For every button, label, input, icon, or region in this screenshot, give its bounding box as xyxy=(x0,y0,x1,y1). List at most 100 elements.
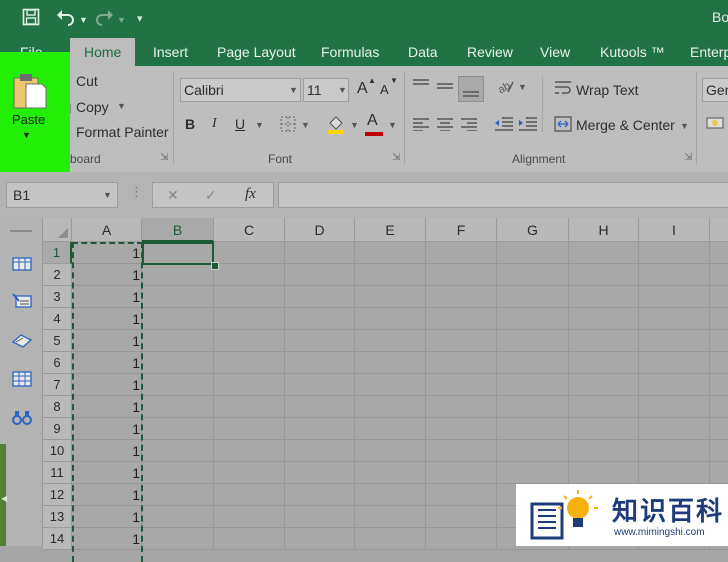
decrease-font-size-button[interactable]: A xyxy=(380,82,389,97)
font-launcher-icon[interactable]: ⇲ xyxy=(392,152,400,163)
cell[interactable] xyxy=(710,242,728,264)
cell[interactable] xyxy=(569,462,639,484)
cell[interactable] xyxy=(639,330,710,352)
orientation-dropdown-icon[interactable]: ▼ xyxy=(518,82,527,92)
column-header-f[interactable]: F xyxy=(426,218,497,242)
bold-button[interactable]: B xyxy=(185,116,195,132)
cell[interactable] xyxy=(285,484,355,506)
cell[interactable] xyxy=(426,286,497,308)
cell[interactable] xyxy=(214,308,285,330)
column-header-c[interactable]: C xyxy=(214,218,285,242)
merge-center-icon[interactable] xyxy=(554,116,572,135)
tab-view[interactable]: View xyxy=(540,44,570,60)
cell[interactable] xyxy=(285,286,355,308)
middle-align-icon[interactable] xyxy=(436,80,454,97)
fill-handle[interactable] xyxy=(211,262,219,270)
cell[interactable] xyxy=(426,440,497,462)
cell[interactable] xyxy=(214,242,285,264)
font-size-select[interactable]: 11 ▼ xyxy=(303,78,349,102)
cell[interactable] xyxy=(355,440,426,462)
enter-icon[interactable]: ✓ xyxy=(205,187,217,204)
cell[interactable] xyxy=(569,330,639,352)
cell[interactable] xyxy=(639,308,710,330)
tab-data[interactable]: Data xyxy=(408,44,438,60)
cell[interactable] xyxy=(355,286,426,308)
column-header-e[interactable]: E xyxy=(355,218,426,242)
cell[interactable] xyxy=(569,440,639,462)
cell[interactable] xyxy=(285,462,355,484)
accounting-format-icon[interactable] xyxy=(706,114,726,135)
cell[interactable] xyxy=(639,374,710,396)
cell[interactable] xyxy=(355,330,426,352)
cut-button[interactable]: Cut xyxy=(76,73,98,89)
cell[interactable] xyxy=(214,286,285,308)
cell[interactable] xyxy=(497,286,569,308)
tab-review[interactable]: Review xyxy=(467,44,513,60)
cell[interactable] xyxy=(142,462,214,484)
row-header-7[interactable]: 7 xyxy=(43,374,72,396)
bottom-align-button[interactable] xyxy=(458,76,484,102)
cell[interactable] xyxy=(710,418,728,440)
cell[interactable] xyxy=(497,462,569,484)
align-center-icon[interactable] xyxy=(436,117,454,134)
font-color-dropdown-icon[interactable]: ▼ xyxy=(388,120,397,130)
name-box[interactable]: B1 ▼ xyxy=(6,182,118,208)
cell[interactable] xyxy=(214,330,285,352)
row-header-11[interactable]: 11 xyxy=(43,462,72,484)
cell[interactable] xyxy=(426,242,497,264)
cell[interactable] xyxy=(497,330,569,352)
customize-toolbar-icon[interactable]: ▾ xyxy=(137,9,143,29)
autotext-icon[interactable] xyxy=(12,293,32,309)
cell[interactable] xyxy=(639,440,710,462)
row-header-12[interactable]: 12 xyxy=(43,484,72,506)
undo-dropdown-icon[interactable]: ▼ xyxy=(79,10,88,30)
cell[interactable] xyxy=(426,396,497,418)
cell[interactable] xyxy=(285,396,355,418)
cell[interactable] xyxy=(142,352,214,374)
underline-dropdown-icon[interactable]: ▼ xyxy=(255,120,264,130)
cell[interactable] xyxy=(214,528,285,550)
row-header-9[interactable]: 9 xyxy=(43,418,72,440)
cell[interactable] xyxy=(639,418,710,440)
tab-formulas[interactable]: Formulas xyxy=(321,44,379,60)
cell[interactable] xyxy=(355,462,426,484)
cell[interactable] xyxy=(214,506,285,528)
cell[interactable] xyxy=(497,264,569,286)
cell[interactable] xyxy=(142,286,214,308)
tab-home[interactable]: Home xyxy=(70,38,136,66)
cell[interactable] xyxy=(426,330,497,352)
format-painter-button[interactable]: Format Painter xyxy=(76,124,169,140)
increase-font-size-button[interactable]: A xyxy=(357,80,368,98)
cell[interactable] xyxy=(710,440,728,462)
cell[interactable] xyxy=(285,528,355,550)
cell[interactable] xyxy=(142,396,214,418)
row-header-4[interactable]: 4 xyxy=(43,308,72,330)
cell[interactable] xyxy=(214,462,285,484)
cell[interactable] xyxy=(569,396,639,418)
cell[interactable] xyxy=(355,418,426,440)
font-color-button[interactable]: A xyxy=(367,112,378,130)
cell[interactable] xyxy=(285,308,355,330)
number-format-select[interactable]: Gen xyxy=(702,78,728,102)
cell[interactable] xyxy=(355,308,426,330)
undo-icon[interactable] xyxy=(56,8,76,31)
cell[interactable] xyxy=(710,396,728,418)
cell[interactable] xyxy=(710,374,728,396)
wrap-text-button[interactable]: Wrap Text xyxy=(576,82,639,98)
cell[interactable] xyxy=(214,440,285,462)
cell[interactable] xyxy=(497,352,569,374)
cell[interactable] xyxy=(639,242,710,264)
cell[interactable] xyxy=(355,264,426,286)
cell[interactable] xyxy=(355,242,426,264)
row-header-6[interactable]: 6 xyxy=(43,352,72,374)
cell[interactable] xyxy=(355,528,426,550)
fill-color-dropdown-icon[interactable]: ▼ xyxy=(350,120,359,130)
cell[interactable] xyxy=(214,352,285,374)
column-list-icon[interactable] xyxy=(12,371,32,387)
cell[interactable] xyxy=(639,352,710,374)
find-replace-icon[interactable] xyxy=(12,410,32,426)
workbook-sheets-icon[interactable] xyxy=(12,256,32,272)
row-header-5[interactable]: 5 xyxy=(43,330,72,352)
orientation-icon[interactable]: ab xyxy=(496,78,514,97)
cell[interactable] xyxy=(142,330,214,352)
